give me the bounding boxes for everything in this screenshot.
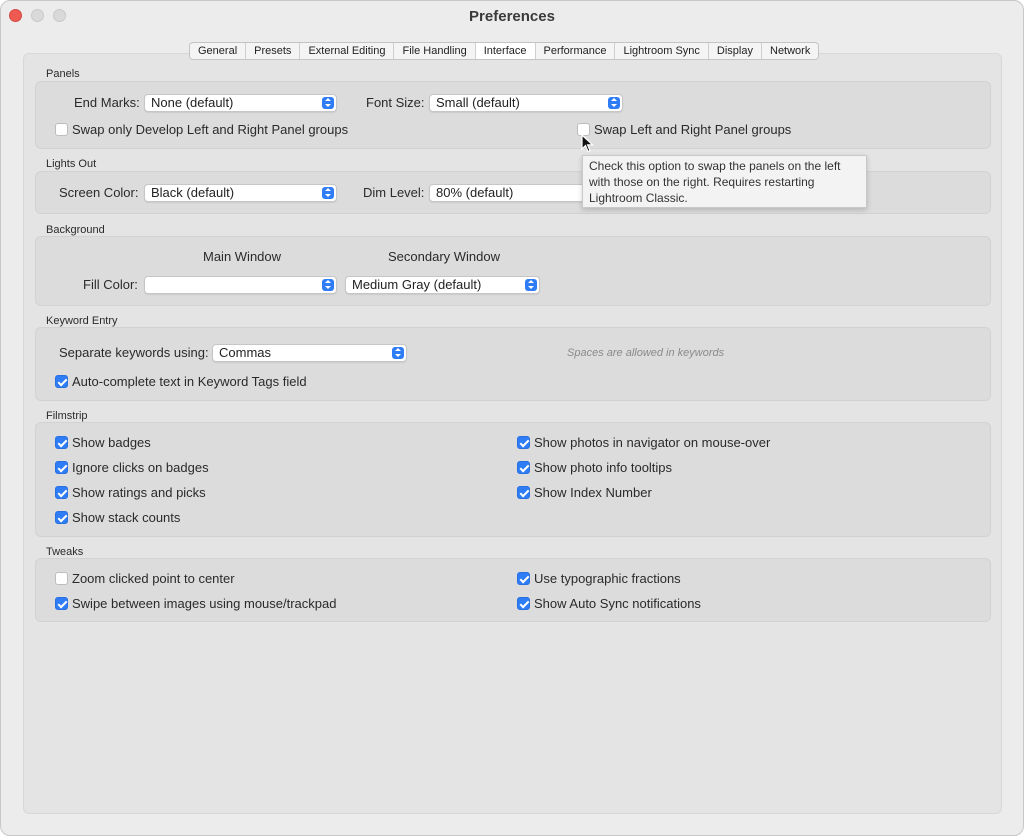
keyword-entry-group [35,327,991,401]
show-stack-counts-checkbox[interactable] [55,511,68,524]
secondary-fill-color-value: Medium Gray (default) [352,277,482,292]
swap-develop-label: Swap only Develop Left and Right Panel g… [72,122,349,137]
swipe-between-images-label: Swipe between images using mouse/trackpa… [72,596,337,611]
keyword-entry-section-title: Keyword Entry [46,315,118,327]
dim-level-label: Dim Level: [363,185,425,200]
panels-group [35,81,991,149]
secondary-window-header: Secondary Window [388,249,500,264]
tab-display[interactable]: Display [709,43,762,59]
typographic-fractions-label: Use typographic fractions [534,571,681,586]
end-marks-label: End Marks: [74,95,140,110]
select-arrows-icon [608,97,620,109]
preferences-window: Preferences General Presets External Edi… [0,0,1024,836]
photo-info-tooltips-label: Show photo info tooltips [534,460,673,475]
autocomplete-label: Auto-complete text in Keyword Tags field [72,374,307,389]
separate-keywords-value: Commas [219,345,272,360]
show-badges-label: Show badges [72,435,151,450]
end-marks-select[interactable]: None (default) [144,94,337,112]
filmstrip-section-title: Filmstrip [46,410,88,422]
tab-network[interactable]: Network [762,43,818,59]
panels-section-title: Panels [46,68,80,80]
ignore-clicks-on-badges-label: Ignore clicks on badges [72,460,209,475]
end-marks-value: None (default) [151,95,234,110]
main-window-header: Main Window [203,249,282,264]
separate-keywords-label: Separate keywords using: [59,345,209,360]
dim-level-value: 80% (default) [436,185,514,200]
select-arrows-icon [322,97,334,109]
background-group [35,236,991,306]
zoom-clicked-point-label: Zoom clicked point to center [72,571,235,586]
tab-interface[interactable]: Interface [475,43,536,59]
navigator-mouseover-checkbox[interactable] [517,436,530,449]
show-index-number-checkbox[interactable] [517,486,530,499]
font-size-select[interactable]: Small (default) [429,94,623,112]
swipe-between-images-checkbox[interactable] [55,597,68,610]
fill-color-label: Fill Color: [83,277,138,292]
select-arrows-icon [392,347,404,359]
swap-panels-label: Swap Left and Right Panel groups [594,122,792,137]
lights-out-section-title: Lights Out [46,158,97,170]
show-ratings-checkbox[interactable] [55,486,68,499]
auto-sync-notifications-checkbox[interactable] [517,597,530,610]
navigator-mouseover-label: Show photos in navigator on mouse-over [534,435,771,450]
main-fill-color-select[interactable] [144,276,337,294]
auto-sync-notifications-label: Show Auto Sync notifications [534,596,701,611]
select-arrows-icon [322,279,334,291]
show-index-number-label: Show Index Number [534,485,652,500]
select-arrows-icon [322,187,334,199]
show-badges-checkbox[interactable] [55,436,68,449]
titlebar: Preferences [1,1,1023,31]
zoom-clicked-point-checkbox[interactable] [55,572,68,585]
secondary-fill-color-select[interactable]: Medium Gray (default) [345,276,540,294]
ignore-clicks-on-badges-checkbox[interactable] [55,461,68,474]
show-ratings-label: Show ratings and picks [72,485,206,500]
font-size-label: Font Size: [366,95,425,110]
tweaks-group [35,558,991,622]
mouse-pointer-icon [581,134,595,153]
screen-color-value: Black (default) [151,185,235,200]
spaces-allowed-note: Spaces are allowed in keywords [567,347,725,359]
tab-lightroom-sync[interactable]: Lightroom Sync [615,43,709,59]
swap-develop-checkbox[interactable] [55,123,68,136]
screen-color-label: Screen Color: [59,185,139,200]
show-stack-counts-label: Show stack counts [72,510,181,525]
window-title: Preferences [469,8,555,25]
autocomplete-checkbox[interactable] [55,375,68,388]
tab-general[interactable]: General [190,43,247,59]
tab-performance[interactable]: Performance [536,43,616,59]
font-size-value: Small (default) [436,95,520,110]
screen-color-select[interactable]: Black (default) [144,184,337,202]
swap-panels-tooltip: Check this option to swap the panels on … [582,155,867,208]
select-arrows-icon [525,279,537,291]
typographic-fractions-checkbox[interactable] [517,572,530,585]
tab-file-handling[interactable]: File Handling [394,43,476,59]
background-section-title: Background [46,224,105,236]
tab-external-editing[interactable]: External Editing [300,43,395,59]
separate-keywords-select[interactable]: Commas [212,344,407,362]
tab-presets[interactable]: Presets [246,43,301,59]
photo-info-tooltips-checkbox[interactable] [517,461,530,474]
tweaks-section-title: Tweaks [46,546,84,558]
tab-bar: General Presets External Editing File Ha… [189,42,820,60]
